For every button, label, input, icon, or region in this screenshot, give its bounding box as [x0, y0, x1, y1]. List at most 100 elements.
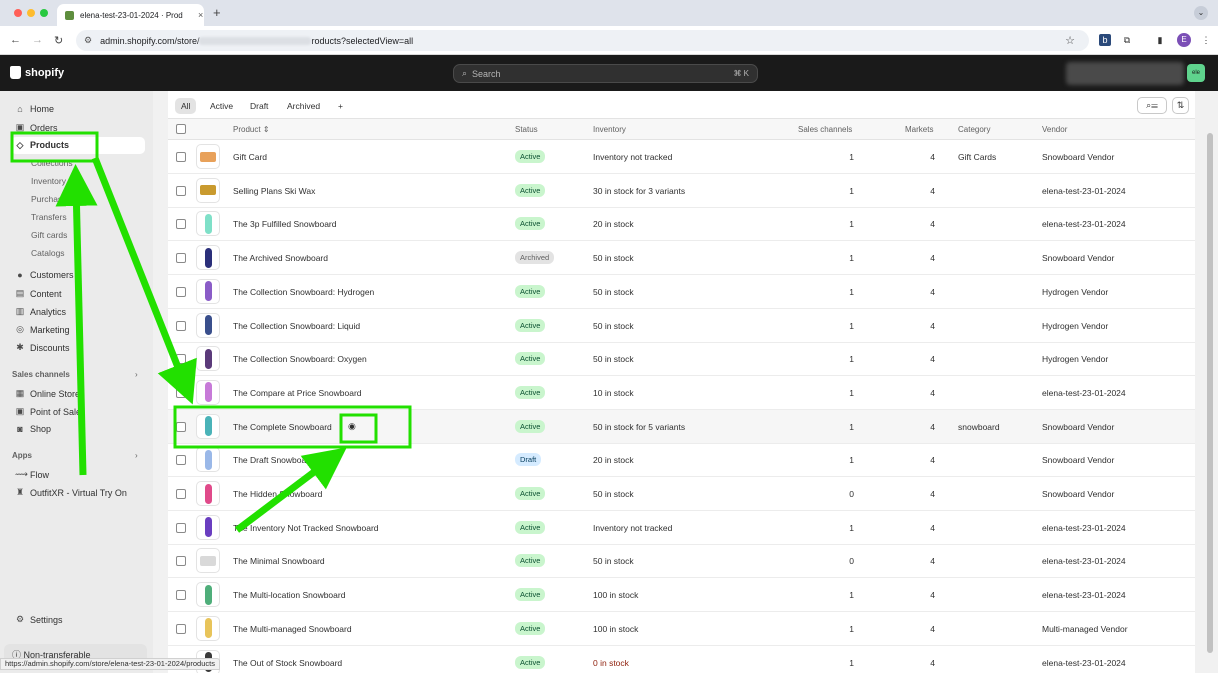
- select-all-checkbox[interactable]: [176, 124, 186, 134]
- product-thumbnail[interactable]: [196, 582, 220, 608]
- row-checkbox[interactable]: [176, 590, 186, 601]
- sidebar-item-point-of-sale[interactable]: ▣ Point of Sale: [15, 406, 81, 417]
- sidebar-item-settings[interactable]: ⚙ Settings: [15, 614, 63, 625]
- table-row[interactable]: The Multi-managed Snowboard Active 100 in …: [168, 612, 1195, 646]
- reload-icon[interactable]: ↻: [54, 34, 63, 47]
- table-row[interactable]: The Archived Snowboard Archived 50 in stoc…: [168, 241, 1195, 276]
- sidebar-item-shop[interactable]: ◙ Shop: [15, 424, 51, 434]
- sidebar-item-orders[interactable]: ▣ Orders: [15, 122, 58, 133]
- tab-active[interactable]: Active: [204, 98, 239, 114]
- table-row[interactable]: The Out of Stock Snowboard Active 0 in sto…: [168, 646, 1195, 673]
- sidebar-subitem-transfers[interactable]: Transfers: [31, 212, 67, 222]
- extension-b-icon[interactable]: b: [1099, 34, 1111, 46]
- sidebar-subitem-collections[interactable]: Collections: [31, 158, 73, 168]
- sidebar-subitem-purchase-orders[interactable]: Purchase orders: [31, 194, 93, 204]
- minimize-window-button[interactable]: [27, 9, 35, 17]
- product-name[interactable]: The Archived Snowboard: [233, 253, 328, 263]
- product-name[interactable]: The Out of Stock Snowboard: [233, 658, 342, 668]
- product-thumbnail[interactable]: [196, 514, 220, 540]
- search-input[interactable]: ⌕ Search ⌘ K: [453, 64, 758, 83]
- table-row[interactable]: The Draft Snowboard Draft 20 in stock 1 4 Sno…: [168, 443, 1195, 478]
- row-checkbox[interactable]: [176, 152, 186, 162]
- tab-search-button[interactable]: ⌄: [1194, 6, 1208, 20]
- side-panel-icon[interactable]: ▮: [1154, 34, 1166, 46]
- sort-button[interactable]: ⇅: [1172, 97, 1189, 114]
- row-checkbox[interactable]: [176, 556, 186, 567]
- new-tab-button[interactable]: +: [213, 5, 221, 20]
- tab-close-icon[interactable]: ×: [198, 10, 203, 20]
- row-checkbox[interactable]: [176, 522, 186, 533]
- close-window-button[interactable]: [14, 9, 22, 17]
- table-row[interactable]: The Complete Snowboard ◉ Active 50 in stock…: [168, 409, 1195, 444]
- bookmark-star-icon[interactable]: ☆: [1065, 34, 1075, 47]
- sidebar-item-discounts[interactable]: ✱ Discounts: [15, 342, 69, 353]
- sales-channels-label[interactable]: Sales channels: [12, 370, 70, 379]
- browser-menu-icon[interactable]: ⋮: [1200, 34, 1212, 46]
- product-thumbnail[interactable]: [196, 312, 220, 338]
- sidebar-item-analytics[interactable]: ▥ Analytics: [15, 306, 66, 317]
- sidebar-item-home[interactable]: ⌂ Home: [15, 104, 54, 114]
- table-row[interactable]: The Hidden Snowboard Active 50 in stock 0 4 S…: [168, 477, 1195, 511]
- sidebar-item-marketing[interactable]: ◎ Marketing: [15, 324, 69, 335]
- table-row[interactable]: The Minimal Snowboard Active 50 in stock 0 4…: [168, 544, 1195, 579]
- sidebar-item-outfitxr[interactable]: ♜ OutfitXR - Virtual Try On: [15, 487, 127, 498]
- product-thumbnail[interactable]: [196, 346, 220, 372]
- sidebar-item-content[interactable]: ▤ Content: [15, 288, 62, 299]
- site-info-icon[interactable]: ⚙: [84, 35, 92, 46]
- tab-archived[interactable]: Archived: [281, 98, 326, 114]
- search-filter-button[interactable]: ⌕☰: [1137, 97, 1167, 114]
- table-row[interactable]: The Inventory Not Tracked Snowboard Activ…: [168, 511, 1195, 545]
- url-bar[interactable]: ⚙ admin.shopify.com/store/roducts?select…: [76, 30, 1089, 51]
- product-name[interactable]: The Draft Snowboard: [233, 455, 314, 465]
- product-name[interactable]: The Complete Snowboard: [233, 422, 332, 432]
- row-checkbox[interactable]: [176, 387, 186, 398]
- row-checkbox[interactable]: [176, 489, 186, 499]
- scrollbar-thumb[interactable]: [1207, 133, 1213, 653]
- product-thumbnail[interactable]: [196, 481, 220, 506]
- product-name[interactable]: Gift Card: [233, 152, 267, 162]
- product-name[interactable]: The Multi-managed Snowboard: [233, 624, 352, 634]
- product-name[interactable]: The Collection Snowboard: Liquid: [233, 321, 360, 331]
- sidebar-subitem-catalogs[interactable]: Catalogs: [31, 248, 65, 258]
- product-thumbnail[interactable]: [196, 144, 220, 169]
- tab-draft[interactable]: Draft: [244, 98, 274, 114]
- apps-chevron-icon[interactable]: ›: [135, 451, 138, 460]
- header-product[interactable]: Product ⇕: [233, 125, 270, 134]
- product-name[interactable]: The Collection Snowboard: Oxygen: [233, 354, 367, 364]
- sidebar-item-customers[interactable]: ● Customers: [15, 270, 73, 280]
- product-thumbnail[interactable]: [196, 177, 220, 203]
- row-checkbox[interactable]: [176, 185, 186, 196]
- product-name[interactable]: The Minimal Snowboard: [233, 556, 325, 566]
- product-name[interactable]: The Compare at Price Snowboard: [233, 388, 362, 398]
- forward-arrow-icon[interactable]: →: [32, 34, 43, 46]
- product-name[interactable]: The Multi-location Snowboard: [233, 590, 345, 600]
- row-checkbox[interactable]: [176, 219, 186, 230]
- product-thumbnail[interactable]: [196, 615, 220, 641]
- table-row[interactable]: Gift Card Active Inventory not tracked 1 4 Gi…: [168, 140, 1195, 174]
- row-checkbox[interactable]: [176, 253, 186, 264]
- table-row[interactable]: Selling Plans Ski Wax Active 30 in stock f…: [168, 174, 1195, 208]
- product-name[interactable]: The Collection Snowboard: Hydrogen: [233, 287, 374, 297]
- shopify-logo[interactable]: shopify: [10, 66, 64, 79]
- sidebar-subitem-inventory[interactable]: Inventory: [31, 176, 66, 186]
- table-row[interactable]: The 3p Fulfilled Snowboard Active 20 in st…: [168, 207, 1195, 242]
- product-name[interactable]: Selling Plans Ski Wax: [233, 186, 315, 196]
- table-row[interactable]: The Collection Snowboard: Oxygen Active 50…: [168, 342, 1195, 377]
- product-thumbnail[interactable]: [196, 548, 220, 574]
- preview-eye-icon[interactable]: ◉: [348, 421, 356, 432]
- product-thumbnail[interactable]: [196, 278, 220, 304]
- product-name[interactable]: The Inventory Not Tracked Snowboard: [233, 523, 379, 533]
- product-thumbnail[interactable]: [196, 413, 220, 439]
- product-name[interactable]: The Hidden Snowboard: [233, 489, 322, 499]
- store-avatar[interactable]: ele: [1187, 64, 1205, 82]
- row-checkbox[interactable]: [176, 320, 186, 331]
- product-thumbnail[interactable]: [196, 211, 220, 237]
- browser-tab[interactable]: elena-test-23-01-2024 · Prod ×: [57, 4, 204, 26]
- row-checkbox[interactable]: [176, 455, 186, 466]
- sidebar-item-products[interactable]: ◇ Products: [11, 137, 145, 154]
- product-thumbnail[interactable]: [196, 245, 220, 271]
- page-scrollbar[interactable]: [1203, 91, 1218, 673]
- table-row[interactable]: The Multi-location Snowboard Active 100 in…: [168, 578, 1195, 613]
- tab-all[interactable]: All: [175, 98, 197, 114]
- product-name[interactable]: The 3p Fulfilled Snowboard: [233, 219, 336, 229]
